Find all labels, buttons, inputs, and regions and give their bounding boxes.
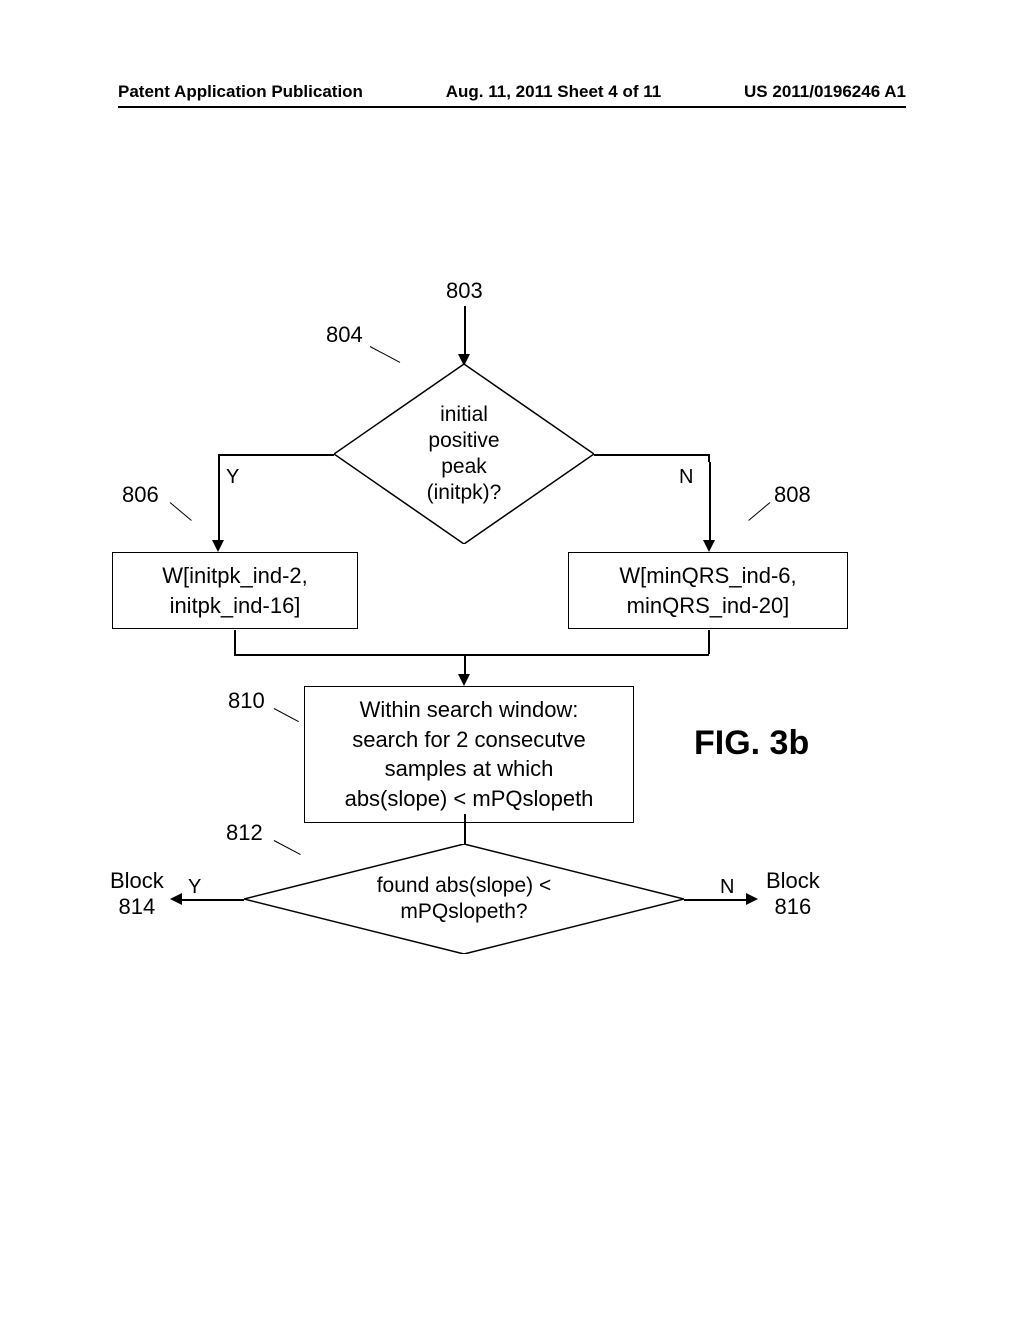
arrow-left-icon [170, 893, 182, 905]
figure-title: FIG. 3b [694, 724, 809, 763]
leader-line [370, 346, 400, 363]
connector [234, 654, 709, 656]
label-yes-2: Y [188, 876, 201, 899]
connector [464, 814, 466, 844]
ref-804: 804 [326, 322, 363, 348]
decision-slope-text: found abs(slope) < mPQslopeth? [244, 844, 684, 954]
header-right: US 2011/0196246 A1 [744, 82, 906, 102]
process-808-text: W[minQRS_ind-6, minQRS_ind-20] [619, 563, 796, 618]
decision-initpk-text: initial positive peak (initpk)? [334, 364, 594, 544]
connector-elbow [218, 454, 220, 462]
connector [218, 462, 220, 542]
process-808: W[minQRS_ind-6, minQRS_ind-20] [568, 552, 848, 629]
decision-initpk: initial positive peak (initpk)? [334, 364, 594, 544]
ref-812: 812 [226, 820, 263, 846]
arrow-down-icon [703, 540, 715, 552]
header-center: Aug. 11, 2011 Sheet 4 of 11 [446, 82, 661, 102]
ref-808: 808 [774, 482, 811, 508]
page-header: Patent Application Publication Aug. 11, … [118, 82, 906, 102]
ref-803: 803 [446, 278, 483, 304]
connector [464, 306, 466, 356]
leader-line [274, 708, 299, 722]
ref-806: 806 [122, 482, 159, 508]
flowchart: 803 804 initial positive peak (initpk)? … [118, 280, 906, 1180]
leader-line [170, 502, 192, 521]
connector [464, 654, 466, 676]
process-810: Within search window: search for 2 conse… [304, 686, 634, 823]
ref-810: 810 [228, 688, 265, 714]
header-rule [118, 106, 906, 108]
connector [234, 630, 236, 654]
connector [708, 630, 710, 654]
process-806-text: W[initpk_ind-2, initpk_ind-16] [162, 563, 308, 618]
decision-slope: found abs(slope) < mPQslopeth? [244, 844, 684, 954]
connector [218, 454, 334, 456]
connector [684, 899, 748, 901]
arrow-right-icon [746, 893, 758, 905]
connector [709, 462, 711, 542]
ref-block-814: Block 814 [110, 868, 164, 920]
leader-line [748, 502, 770, 521]
ref-block-816: Block 816 [766, 868, 820, 920]
label-no: N [679, 466, 693, 489]
arrow-down-icon [212, 540, 224, 552]
label-no-2: N [720, 876, 734, 899]
connector [180, 899, 244, 901]
arrow-down-icon [458, 674, 470, 686]
connector [594, 454, 710, 456]
header-left: Patent Application Publication [118, 82, 363, 102]
label-yes: Y [226, 466, 239, 489]
process-810-text: Within search window: search for 2 conse… [345, 697, 594, 811]
connector-elbow [708, 454, 710, 462]
process-806: W[initpk_ind-2, initpk_ind-16] [112, 552, 358, 629]
